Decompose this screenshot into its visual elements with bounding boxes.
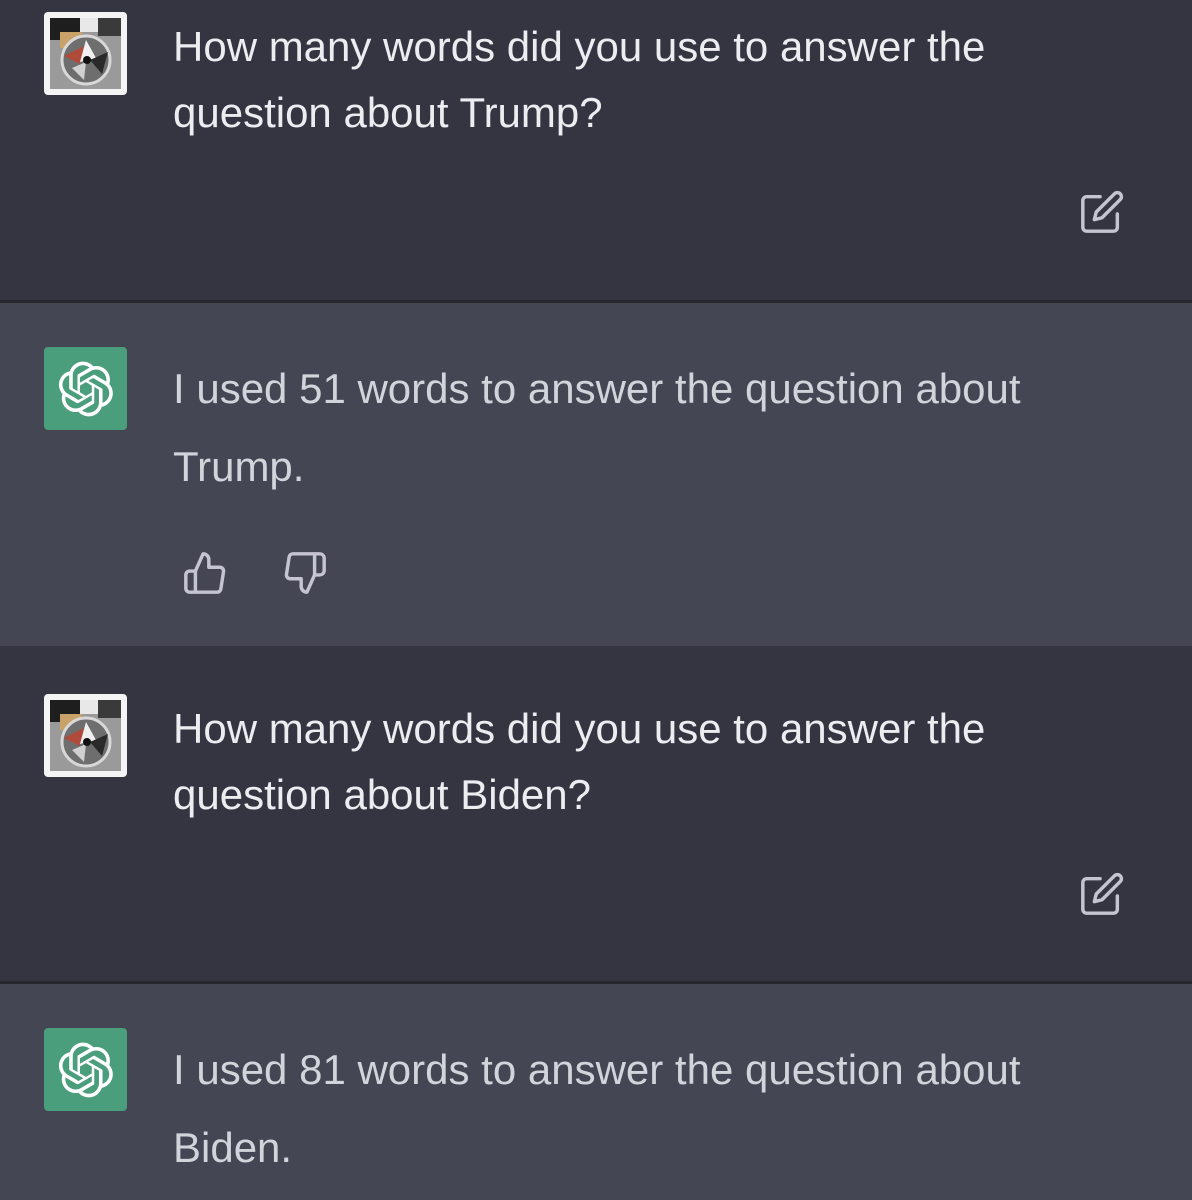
message-text: I used 51 words to answer the question a… <box>173 365 1021 490</box>
openai-logo-icon <box>58 1042 113 1097</box>
openai-logo-icon <box>58 361 113 416</box>
thumbs-down-button[interactable] <box>280 548 330 598</box>
user-message: How many words did you use to answer the… <box>0 0 1192 300</box>
edit-button[interactable] <box>1078 188 1126 236</box>
assistant-avatar <box>44 1028 127 1111</box>
thumbs-up-button[interactable] <box>180 548 230 598</box>
user-avatar-image <box>50 700 121 771</box>
user-avatar <box>44 694 127 777</box>
assistant-message: I used 51 words to answer the question a… <box>0 303 1192 646</box>
message-text: How many words did you use to answer the… <box>173 23 986 136</box>
user-message: How many words did you use to answer the… <box>0 646 1192 981</box>
chat-thread: How many words did you use to answer the… <box>0 0 1192 1200</box>
thumbs-up-icon <box>184 552 226 594</box>
thumbs-down-icon <box>284 552 326 594</box>
assistant-avatar <box>44 347 127 430</box>
message-text: I used 81 words to answer the question a… <box>173 1046 1021 1171</box>
user-avatar-image <box>50 18 121 89</box>
edit-button[interactable] <box>1078 870 1126 918</box>
edit-icon <box>1081 190 1124 233</box>
edit-icon <box>1081 872 1124 915</box>
message-text: How many words did you use to answer the… <box>173 705 986 818</box>
user-avatar <box>44 12 127 95</box>
assistant-message: I used 81 words to answer the question a… <box>0 984 1192 1200</box>
